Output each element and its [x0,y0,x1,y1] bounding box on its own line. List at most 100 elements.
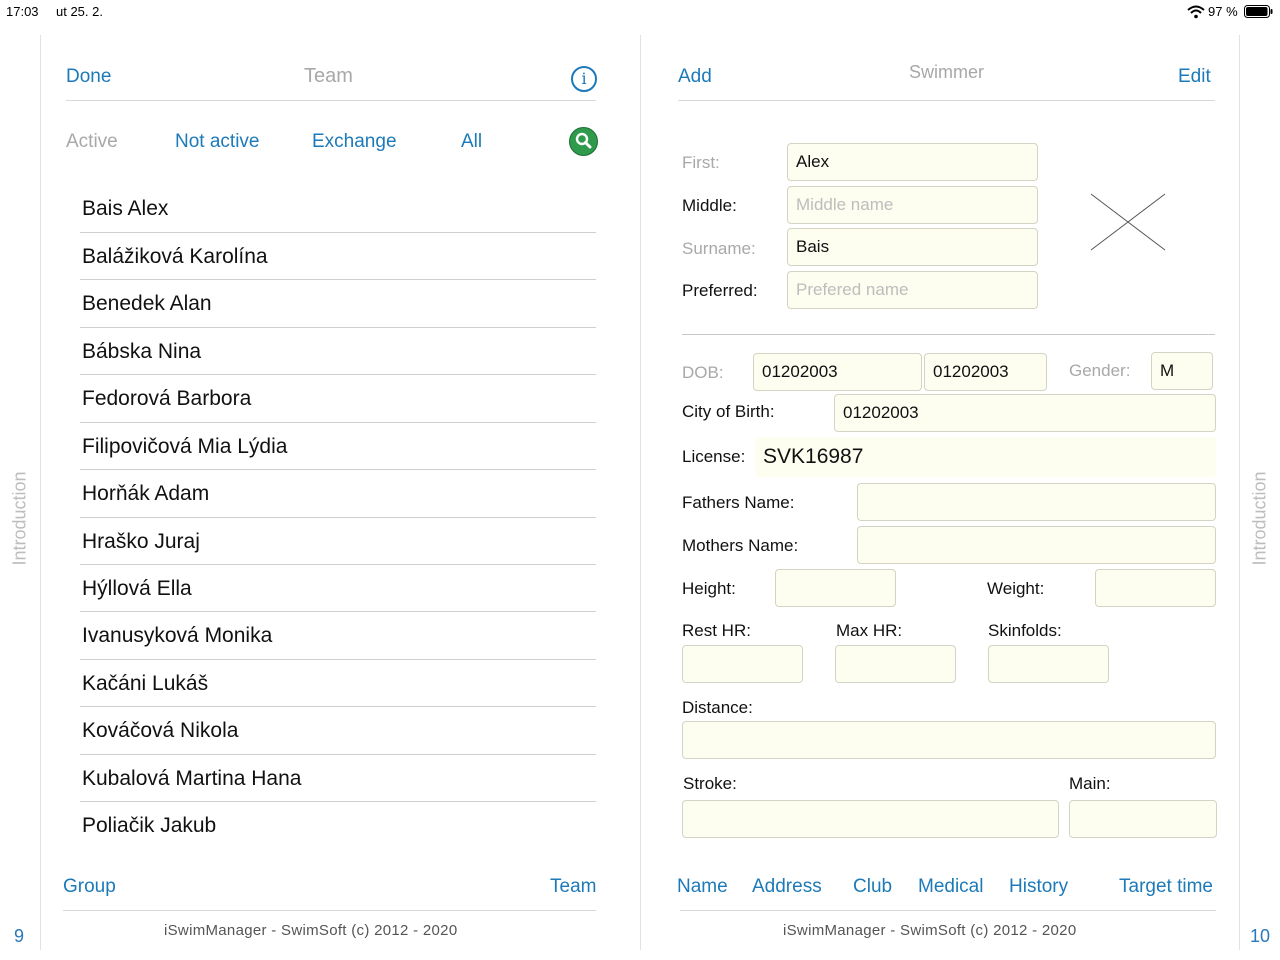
left-page-number: 9 [14,926,25,946]
list-divider [80,706,596,707]
right-page-number: 10 [1250,926,1271,946]
team-button[interactable]: Team [550,876,596,898]
tab-history[interactable]: History [1009,876,1068,898]
gender-field[interactable]: M [1151,352,1213,390]
height-label: Height: [682,579,736,598]
filter-all[interactable]: All [461,131,482,153]
status-time: 17:03 [6,4,39,19]
fathers-name-field[interactable] [857,483,1216,521]
photo-placeholder-icon[interactable] [1089,192,1167,252]
edit-button[interactable]: Edit [1178,66,1211,88]
done-button[interactable]: Done [66,66,111,88]
add-button[interactable]: Add [678,66,712,88]
left-footer: iSwimManager - SwimSoft (c) 2012 - 2020 [164,922,458,939]
list-item[interactable]: Horňák Adam [82,482,596,506]
tab-medical[interactable]: Medical [918,876,983,898]
filter-not-active[interactable]: Not active [175,131,259,153]
license-value: SVK16987 [755,437,1216,477]
list-item[interactable]: Benedek Alan [82,292,596,316]
left-side-label[interactable]: Introduction [10,459,31,579]
rest-hr-field[interactable] [682,645,803,683]
list-divider [80,469,596,470]
list-item[interactable]: Bais Alex [82,197,596,221]
list-divider [80,232,596,233]
license-label: License: [682,447,746,466]
list-divider [80,659,596,660]
dob-field-2[interactable]: 01202003 [924,353,1047,391]
rest-hr-label: Rest HR: [682,621,751,640]
middle-name-field[interactable]: Middle name [787,186,1038,224]
list-divider [80,279,596,280]
filter-active[interactable]: Active [66,131,118,153]
status-date: ut 25. 2. [56,4,103,19]
right-side-label[interactable]: Introduction [1250,459,1271,579]
main-field[interactable] [1069,800,1217,838]
left-page-edge [40,35,41,950]
weight-label: Weight: [987,579,1045,598]
list-item[interactable]: Fedorová Barbora [82,387,596,411]
wifi-icon [1187,5,1205,19]
list-item[interactable]: Kováčová Nikola [82,719,596,743]
fathers-name-label: Fathers Name: [682,493,795,512]
list-item[interactable]: Kačáni Lukáš [82,672,596,696]
list-divider [80,374,596,375]
weight-field[interactable] [1095,569,1216,607]
stroke-label: Stroke: [683,774,737,793]
surname-label: Surname: [682,239,756,258]
city-of-birth-field[interactable]: 01202003 [834,394,1216,432]
tab-club[interactable]: Club [853,876,892,898]
dob-label: DOB: [682,363,724,382]
first-name-field[interactable]: Alex [787,143,1038,181]
first-label: First: [682,153,720,172]
list-item[interactable]: Filipovičová Mia Lýdia [82,435,596,459]
footer-divider-right [680,910,1216,911]
list-item[interactable]: Kubalová Martina Hana [82,767,596,791]
preferred-name-field[interactable]: Prefered name [787,271,1038,309]
preferred-label: Preferred: [682,281,758,300]
team-title: Team [304,65,353,87]
tab-name[interactable]: Name [677,876,728,898]
list-item[interactable]: Hýllová Ella [82,577,596,601]
stroke-field[interactable] [682,800,1059,838]
filter-exchange[interactable]: Exchange [312,131,397,153]
right-footer: iSwimManager - SwimSoft (c) 2012 - 2020 [783,922,1077,939]
gender-label: Gender: [1069,361,1131,380]
list-divider [80,422,596,423]
list-item[interactable]: Balážiková Karolína [82,245,596,269]
tab-target-time[interactable]: Target time [1119,876,1213,898]
footer-divider [63,910,596,911]
battery-percent: 97 % [1208,4,1238,19]
page-spine [640,35,641,950]
header-divider [66,100,596,101]
list-divider [80,517,596,518]
group-button[interactable]: Group [63,876,116,898]
list-divider [80,611,596,612]
surname-field[interactable]: Bais [787,228,1038,266]
search-icon[interactable] [569,127,598,156]
dob-field-1[interactable]: 01202003 [753,353,922,391]
header-divider-right [678,100,1215,101]
list-item[interactable]: Bábska Nina [82,340,596,364]
mothers-name-field[interactable] [857,526,1216,564]
info-icon[interactable]: i [571,66,597,92]
list-item[interactable]: Ivanusyková Monika [82,624,596,648]
mothers-name-label: Mothers Name: [682,536,799,555]
list-divider [80,327,596,328]
section-divider [682,334,1215,335]
skinfolds-field[interactable] [988,645,1109,683]
list-divider [80,564,596,565]
max-hr-label: Max HR: [836,621,903,640]
swimmer-title: Swimmer [909,62,984,82]
distance-field[interactable] [682,721,1216,759]
tab-address[interactable]: Address [752,876,822,898]
distance-label: Distance: [682,698,753,717]
skinfolds-label: Skinfolds: [988,621,1062,640]
list-item[interactable]: Poliačik Jakub [82,814,596,838]
list-divider [80,801,596,802]
max-hr-field[interactable] [835,645,956,683]
height-field[interactable] [775,569,896,607]
battery-icon [1244,5,1273,18]
city-of-birth-label: City of Birth: [682,402,775,421]
right-page-edge [1239,35,1240,950]
list-item[interactable]: Hraško Juraj [82,530,596,554]
